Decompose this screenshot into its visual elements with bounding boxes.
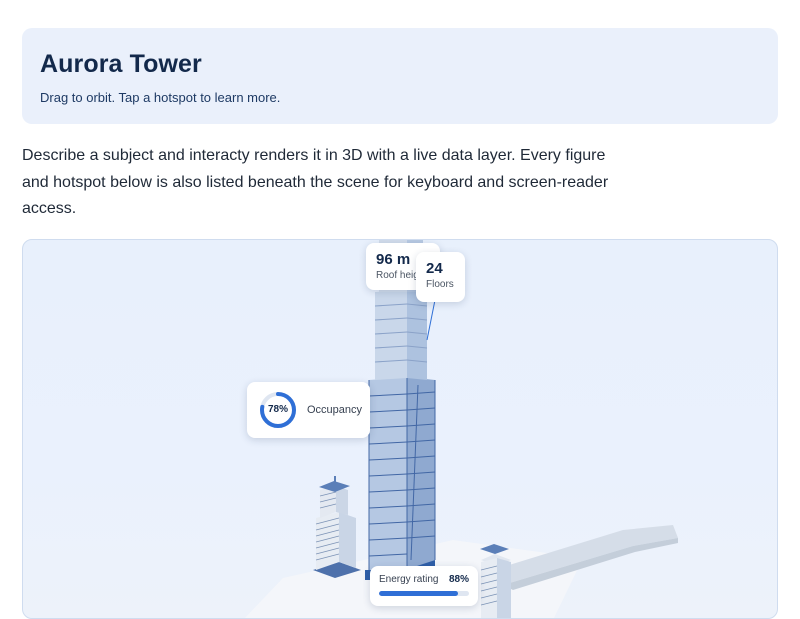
page-subtitle: Drag to orbit. Tap a hotspot to learn mo… [40, 90, 281, 105]
header-card: Aurora Tower Drag to orbit. Tap a hotspo… [22, 28, 778, 124]
occupancy-label: Occupancy [307, 404, 363, 416]
energy-rating-value: 88% [448, 574, 469, 585]
hotspot-occupancy[interactable]: 78% Occupancy [247, 382, 370, 438]
hotspot-floors[interactable]: 24 Floors [416, 252, 465, 302]
scene-description: Describe a subject and interacty renders… [22, 147, 609, 217]
floors-value: 24 [426, 260, 443, 277]
energy-rating-bar-fill [379, 591, 459, 596]
scene-3d-render [244, 240, 678, 618]
page-title: Aurora Tower [40, 50, 202, 78]
hotspot-energy-rating[interactable]: Energy rating 88% [370, 566, 478, 606]
3d-scene-viewport[interactable]: 96 m Roof height 24 Floors 78% Occupancy… [22, 239, 778, 619]
occupancy-value: 78% [267, 404, 288, 415]
floors-label: Floors [426, 279, 454, 290]
occupancy-ring-gauge: 78% [259, 391, 297, 429]
energy-rating-bar [379, 591, 469, 596]
small-building-left [313, 476, 361, 578]
energy-rating-label: Energy rating [379, 574, 439, 585]
